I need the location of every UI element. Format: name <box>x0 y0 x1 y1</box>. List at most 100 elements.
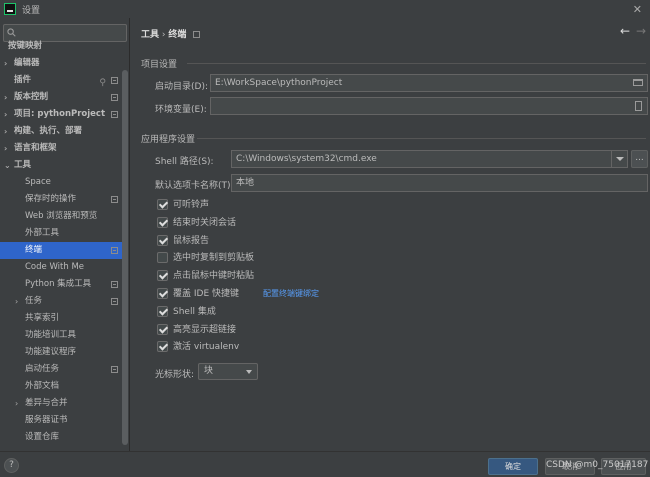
sidebar-item[interactable]: 功能建议程序 <box>0 344 122 361</box>
sidebar-item[interactable]: Code With Me <box>0 259 122 276</box>
project-config-icon <box>111 94 118 101</box>
checkbox[interactable] <box>157 234 168 246</box>
project-config-icon <box>111 298 118 305</box>
search-box[interactable] <box>3 24 127 42</box>
title-bar: 设置 ✕ <box>0 0 650 18</box>
breadcrumb-parent[interactable]: 工具 <box>141 30 159 40</box>
help-button[interactable]: ? <box>4 458 19 473</box>
sidebar-item[interactable]: 共享索引 <box>0 310 122 327</box>
browse-shell-button[interactable]: ... <box>631 150 648 168</box>
sidebar-item-label: Space <box>25 177 51 187</box>
cursor-shape-select[interactable]: 块 <box>198 363 258 380</box>
back-arrow-icon[interactable]: ← <box>620 24 630 38</box>
configure-keybindings-link[interactable]: 配置终端键绑定 <box>263 287 319 301</box>
project-config-icon <box>111 281 118 288</box>
window-title: 设置 <box>22 5 41 16</box>
sidebar-item[interactable]: › 构建、执行、部署 <box>0 123 122 140</box>
shell-path-label: Shell 路径(S): <box>155 157 214 167</box>
sidebar-item[interactable]: 外部工具 <box>0 225 122 242</box>
sidebar-scrollbar[interactable] <box>122 70 128 445</box>
shell-path-value: C:\Windows\system32\cmd.exe <box>236 154 377 164</box>
sidebar-item-label: 编辑器 <box>14 58 40 68</box>
sidebar-item[interactable]: 按键映射 <box>0 41 122 55</box>
sidebar-item[interactable]: 功能培训工具 <box>0 327 122 344</box>
settings-content: 工具 › 终端 ← → 项目设置 启动目录(D): E:\WorkSpace\p… <box>131 18 650 451</box>
watermark: CSDN @m0_75017187 <box>546 460 649 470</box>
chevron-right-icon[interactable]: › <box>15 395 18 412</box>
sidebar-item-label: 服务器证书 <box>25 415 68 425</box>
tab-name-label: 默认选项卡名称(T): <box>155 181 234 191</box>
checkbox-label[interactable]: 高亮显示超链接 <box>173 323 236 337</box>
sidebar-item[interactable]: › 编辑器 <box>0 55 122 72</box>
env-vars-label: 环境变量(E): <box>155 105 207 115</box>
sidebar-item[interactable]: Space <box>0 174 122 191</box>
sidebar-item-label: 外部工具 <box>25 228 60 238</box>
edit-env-icon[interactable] <box>635 101 642 111</box>
sidebar-item[interactable]: 服务器证书 <box>0 412 122 429</box>
start-dir-field[interactable]: E:\WorkSpace\pythonProject <box>210 74 648 92</box>
checkbox[interactable] <box>157 199 168 210</box>
sidebar-item[interactable]: 启动任务 <box>0 361 122 378</box>
checkbox-label[interactable]: 结束时关闭会话 <box>173 216 236 230</box>
chevron-right-icon[interactable]: › <box>4 55 7 72</box>
checkbox[interactable] <box>157 252 168 264</box>
sidebar-item-label: Python 集成工具 <box>25 279 92 289</box>
checkbox-label[interactable]: 点击鼠标中键时粘贴 <box>173 269 254 283</box>
chevron-right-icon[interactable]: › <box>15 293 18 310</box>
sidebar-item[interactable]: Web 浏览器和预览 <box>0 208 122 225</box>
sidebar-item[interactable]: › 差异与合并 <box>0 395 122 412</box>
checkbox-label[interactable]: 鼠标报告 <box>173 234 209 248</box>
close-icon[interactable]: ✕ <box>633 3 642 16</box>
checkbox-label[interactable]: 激活 virtualenv <box>173 340 239 354</box>
breadcrumb-current: 终端 <box>168 30 187 40</box>
sidebar-item-label: 工具 <box>14 160 32 170</box>
checkbox[interactable] <box>157 323 168 335</box>
chevron-down-icon[interactable]: ⌄ <box>4 157 11 174</box>
chevron-right-icon[interactable]: › <box>4 106 7 123</box>
sidebar-item-label: 按键映射 <box>8 41 43 51</box>
sidebar-item-label: Code With Me <box>25 262 85 272</box>
search-icon <box>7 28 16 37</box>
project-config-icon <box>193 31 201 38</box>
checkbox-label[interactable]: Shell 集成 <box>173 305 216 319</box>
ok-button[interactable]: 确定 <box>488 458 538 475</box>
checkbox[interactable] <box>157 288 168 299</box>
checkbox[interactable] <box>157 270 168 282</box>
checkbox[interactable] <box>157 216 168 228</box>
sidebar-item-label: 项目: pythonProject <box>14 109 106 119</box>
sidebar-item[interactable]: › 版本控制 <box>0 89 122 106</box>
forward-arrow-icon[interactable]: → <box>636 24 646 38</box>
tab-name-field[interactable]: 本地 <box>231 174 648 192</box>
sidebar-item[interactable]: › 语言和框架 <box>0 140 122 157</box>
chevron-right-icon[interactable]: › <box>4 123 7 140</box>
chevron-right-icon[interactable]: › <box>4 89 7 106</box>
shell-path-combo[interactable]: C:\Windows\system32\cmd.exe <box>231 150 628 168</box>
section-divider <box>197 138 646 139</box>
checkbox[interactable] <box>157 341 168 353</box>
sidebar-item-label: 版本控制 <box>14 92 49 102</box>
sidebar-item[interactable]: 外部文档 <box>0 378 122 395</box>
checkbox[interactable] <box>157 305 168 317</box>
settings-tree: 按键映射 › 编辑器 插件 ⚲ › 版本控制 › 项目: pythonProject › 构建、执行… <box>0 41 122 446</box>
env-vars-field[interactable] <box>210 97 648 115</box>
sidebar-item[interactable]: Python 集成工具 <box>0 276 122 293</box>
sidebar-item[interactable]: 插件 ⚲ <box>0 72 122 89</box>
folder-icon[interactable] <box>633 79 643 86</box>
sidebar-item[interactable]: 设置仓库 <box>0 429 122 446</box>
checkbox-label[interactable]: 覆盖 IDE 快捷键 <box>173 287 239 301</box>
chevron-right-icon[interactable]: › <box>4 140 7 157</box>
checkbox-label[interactable]: 可听铃声 <box>173 198 209 212</box>
search-input[interactable] <box>18 26 122 40</box>
sidebar-item[interactable]: 保存时的操作 <box>0 191 122 208</box>
sidebar-item[interactable]: 终端 <box>0 242 122 259</box>
sidebar-item-label: 启动任务 <box>25 364 60 374</box>
sidebar-item-label: 功能培训工具 <box>25 330 77 340</box>
sidebar-item[interactable]: › 项目: pythonProject <box>0 106 122 123</box>
chevron-down-icon[interactable] <box>611 151 627 167</box>
sidebar-item-label: 设置仓库 <box>25 432 60 442</box>
sidebar-item[interactable]: ⌄ 工具 <box>0 157 122 174</box>
sidebar-item-label: 共享索引 <box>25 313 60 323</box>
sidebar-item[interactable]: › 任务 <box>0 293 122 310</box>
checkbox-label[interactable]: 选中时复制到剪贴板 <box>173 251 254 265</box>
sidebar-item-label: 功能建议程序 <box>25 347 77 357</box>
